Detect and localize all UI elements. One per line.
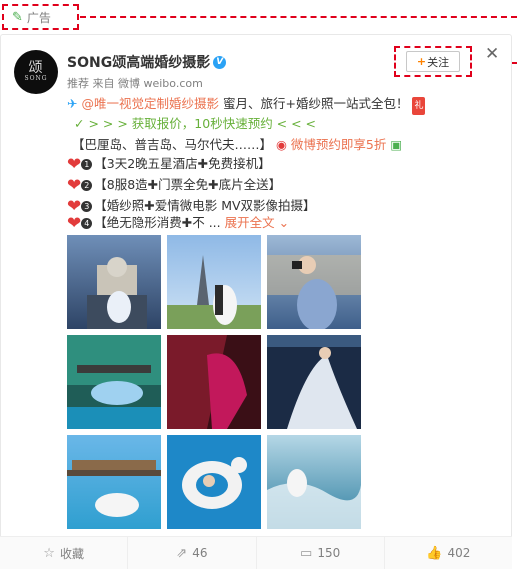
like-button[interactable]: 👍 402 bbox=[385, 537, 512, 569]
follow-label: 关注 bbox=[427, 55, 450, 69]
action-bar: ☆ 收藏 ⇗ 46 ▭ 150 👍 402 bbox=[0, 536, 512, 569]
photo-thumbnail[interactable] bbox=[167, 335, 261, 429]
photo-thumbnail[interactable] bbox=[167, 235, 261, 329]
mention-link[interactable]: @唯一视觉定制婚纱摄影 bbox=[81, 96, 219, 111]
list-item-text: 【绝无隐形消费✚不 ... bbox=[94, 215, 221, 230]
like-count: 402 bbox=[447, 546, 471, 560]
plus-icon: + bbox=[416, 55, 427, 68]
close-icon[interactable]: ✕ bbox=[485, 44, 499, 64]
list-item: ❤ 3 【婚纱照✚爱情微电影 MV双影像拍摄】 bbox=[67, 197, 316, 216]
expand-full-text-link[interactable]: 展开全文 ⌄ bbox=[225, 215, 289, 230]
airplane-icon: ✈ bbox=[67, 96, 78, 111]
photo-thumbnail[interactable] bbox=[267, 235, 361, 329]
post-text-line-3: 【巴厘岛、普吉岛、马尔代夫……】 ◉ 微博预约即享5折 ▣ bbox=[72, 136, 402, 154]
post-text-line-2[interactable]: ✓ > > > 获取报价，10秒快速预约 < < < bbox=[74, 115, 316, 133]
ad-text: 广告 bbox=[26, 10, 51, 25]
repost-count: 46 bbox=[192, 546, 208, 560]
post-meta: 推荐 来自 微博 weibo.com bbox=[67, 77, 203, 90]
megaphone-icon: ✎ bbox=[12, 9, 23, 25]
list-item: ❤ 2 【8服8造✚门票全免✚底片全送】 bbox=[67, 176, 281, 195]
star-icon: ☆ bbox=[43, 545, 55, 561]
repost-button[interactable]: ⇗ 46 bbox=[128, 537, 257, 569]
photo-thumbnail[interactable] bbox=[167, 435, 261, 529]
number-badge: 1 bbox=[81, 159, 93, 170]
list-item-text: 【3天2晚五星酒店✚免费接机】 bbox=[94, 156, 271, 171]
gift-icon: 礼 bbox=[412, 97, 426, 115]
avatar-logo-sub: SONG bbox=[24, 75, 48, 82]
photo-thumbnail[interactable] bbox=[67, 335, 161, 429]
avatar[interactable]: 颂 SONG bbox=[14, 50, 58, 94]
follow-highlight: + 关注 bbox=[394, 46, 472, 77]
number-badge: 4 bbox=[81, 218, 93, 229]
number-badge: 3 bbox=[81, 201, 93, 212]
photo-thumbnail[interactable] bbox=[67, 435, 161, 529]
photo-thumbnail[interactable] bbox=[67, 235, 161, 329]
photo-thumbnail[interactable] bbox=[267, 335, 361, 429]
line1-text: 蜜月、旅行+婚纱照一站式全包！ bbox=[222, 96, 409, 111]
user-name: SONG颂高端婚纱摄影 bbox=[67, 55, 211, 71]
heart-icon: ❤ bbox=[67, 154, 82, 175]
ad-label: ✎ 广告 bbox=[2, 4, 79, 30]
verified-icon: V bbox=[213, 55, 227, 69]
list-item: ❤ 1 【3天2晚五星酒店✚免费接机】 bbox=[67, 155, 271, 174]
repost-icon: ⇗ bbox=[176, 545, 188, 561]
heart-icon: ❤ bbox=[67, 175, 82, 196]
thumbs-up-icon: 👍 bbox=[426, 545, 443, 561]
comment-count: 150 bbox=[317, 546, 341, 560]
comment-button[interactable]: ▭ 150 bbox=[257, 537, 385, 569]
user-name-link[interactable]: SONG颂高端婚纱摄影 V bbox=[67, 52, 227, 72]
photo-thumbnail[interactable] bbox=[267, 435, 361, 529]
gift-box-icon: ▣ bbox=[390, 137, 403, 152]
comment-icon: ▭ bbox=[300, 545, 313, 561]
eye-icon: ◉ bbox=[276, 137, 287, 152]
list-item: ❤ 4 【绝无隐形消费✚不 ... 展开全文 ⌄ bbox=[67, 214, 289, 233]
photo-grid bbox=[67, 235, 361, 529]
list-item-text: 【婚纱照✚爱情微电影 MV双影像拍摄】 bbox=[94, 198, 316, 213]
booking-link[interactable]: 微博预约即享5折 bbox=[291, 137, 386, 152]
line3-text: 【巴厘岛、普吉岛、马尔代夫……】 bbox=[72, 137, 273, 152]
post-text-line-1: ✈ @唯一视觉定制婚纱摄影 蜜月、旅行+婚纱照一站式全包！ 礼 bbox=[67, 95, 426, 115]
list-item-text: 【8服8造✚门票全免✚底片全送】 bbox=[94, 177, 282, 192]
dashed-divider-top bbox=[80, 16, 517, 18]
heart-icon: ❤ bbox=[67, 213, 82, 234]
follow-button[interactable]: + 关注 bbox=[406, 51, 460, 72]
avatar-logo-text: 颂 bbox=[28, 60, 44, 76]
favorite-button[interactable]: ☆ 收藏 bbox=[0, 537, 129, 569]
number-badge: 2 bbox=[81, 180, 93, 191]
favorite-label: 收藏 bbox=[59, 546, 84, 561]
